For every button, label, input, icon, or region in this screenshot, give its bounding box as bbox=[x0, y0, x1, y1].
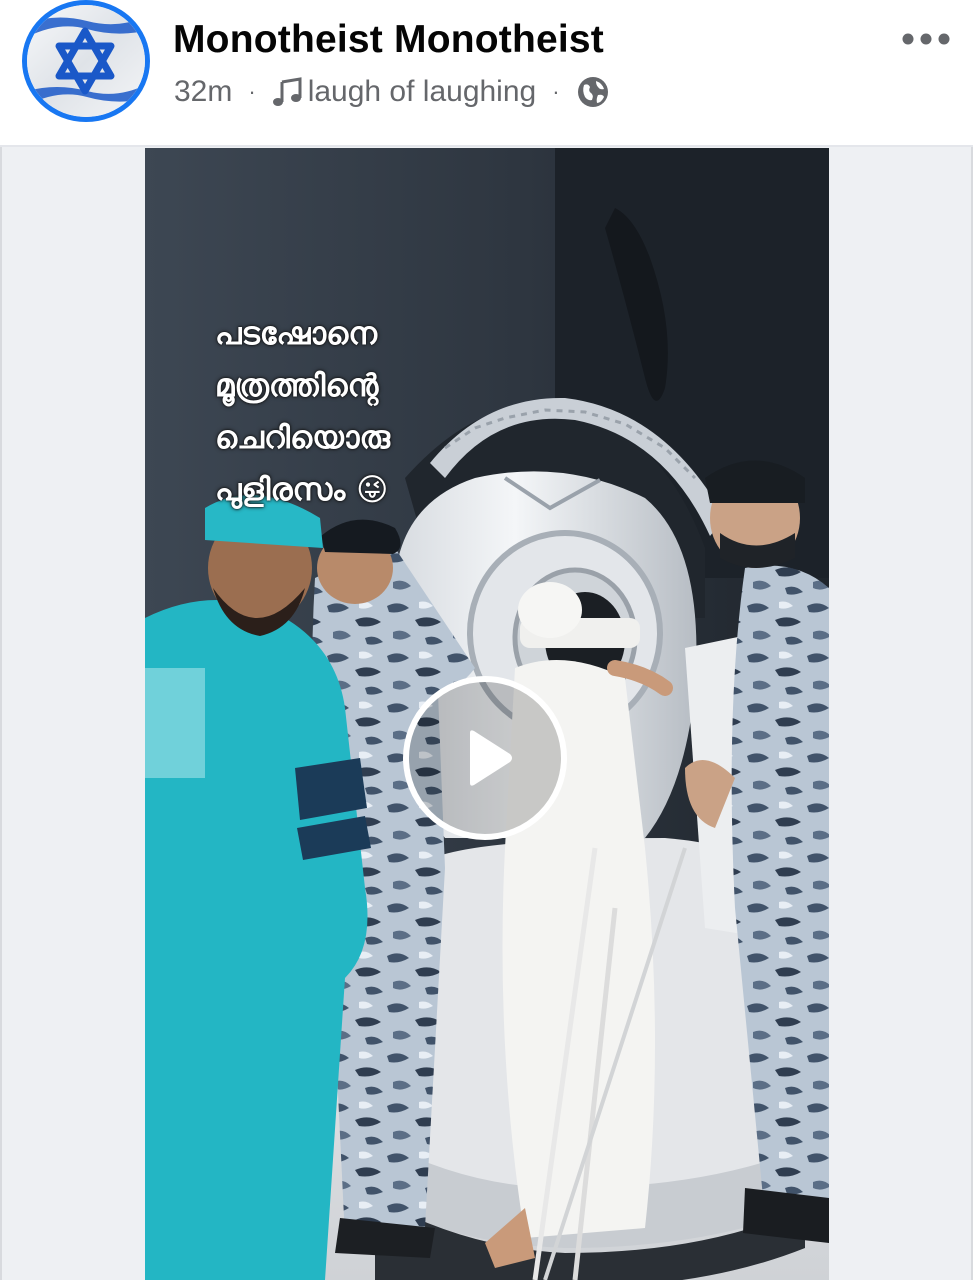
audio-track-link[interactable]: laugh of laughing bbox=[308, 75, 537, 109]
music-note-icon bbox=[272, 76, 304, 108]
meta-separator: · bbox=[248, 79, 256, 104]
page-name-link[interactable]: Monotheist Monotheist bbox=[173, 18, 604, 62]
post-time[interactable]: 32m bbox=[174, 75, 232, 109]
star-of-david-flag-icon bbox=[27, 5, 145, 117]
post-meta: 32m · laugh of laughing · bbox=[174, 72, 610, 112]
more-options-button[interactable] bbox=[898, 22, 954, 56]
meta-separator: · bbox=[552, 79, 560, 104]
play-icon bbox=[470, 730, 512, 786]
media-left-edge bbox=[0, 147, 2, 1280]
video-player[interactable]: പടഷോനെ മൂത്രത്തിന്റെ ചെറിയൊരു പുളിരസം 😜 bbox=[145, 148, 829, 1280]
page-avatar[interactable] bbox=[22, 0, 150, 122]
globe-icon[interactable] bbox=[576, 75, 610, 109]
more-horizontal-icon bbox=[902, 33, 950, 45]
play-button[interactable] bbox=[403, 676, 567, 840]
post-header: Monotheist Monotheist 32m · laugh of lau… bbox=[0, 0, 973, 145]
